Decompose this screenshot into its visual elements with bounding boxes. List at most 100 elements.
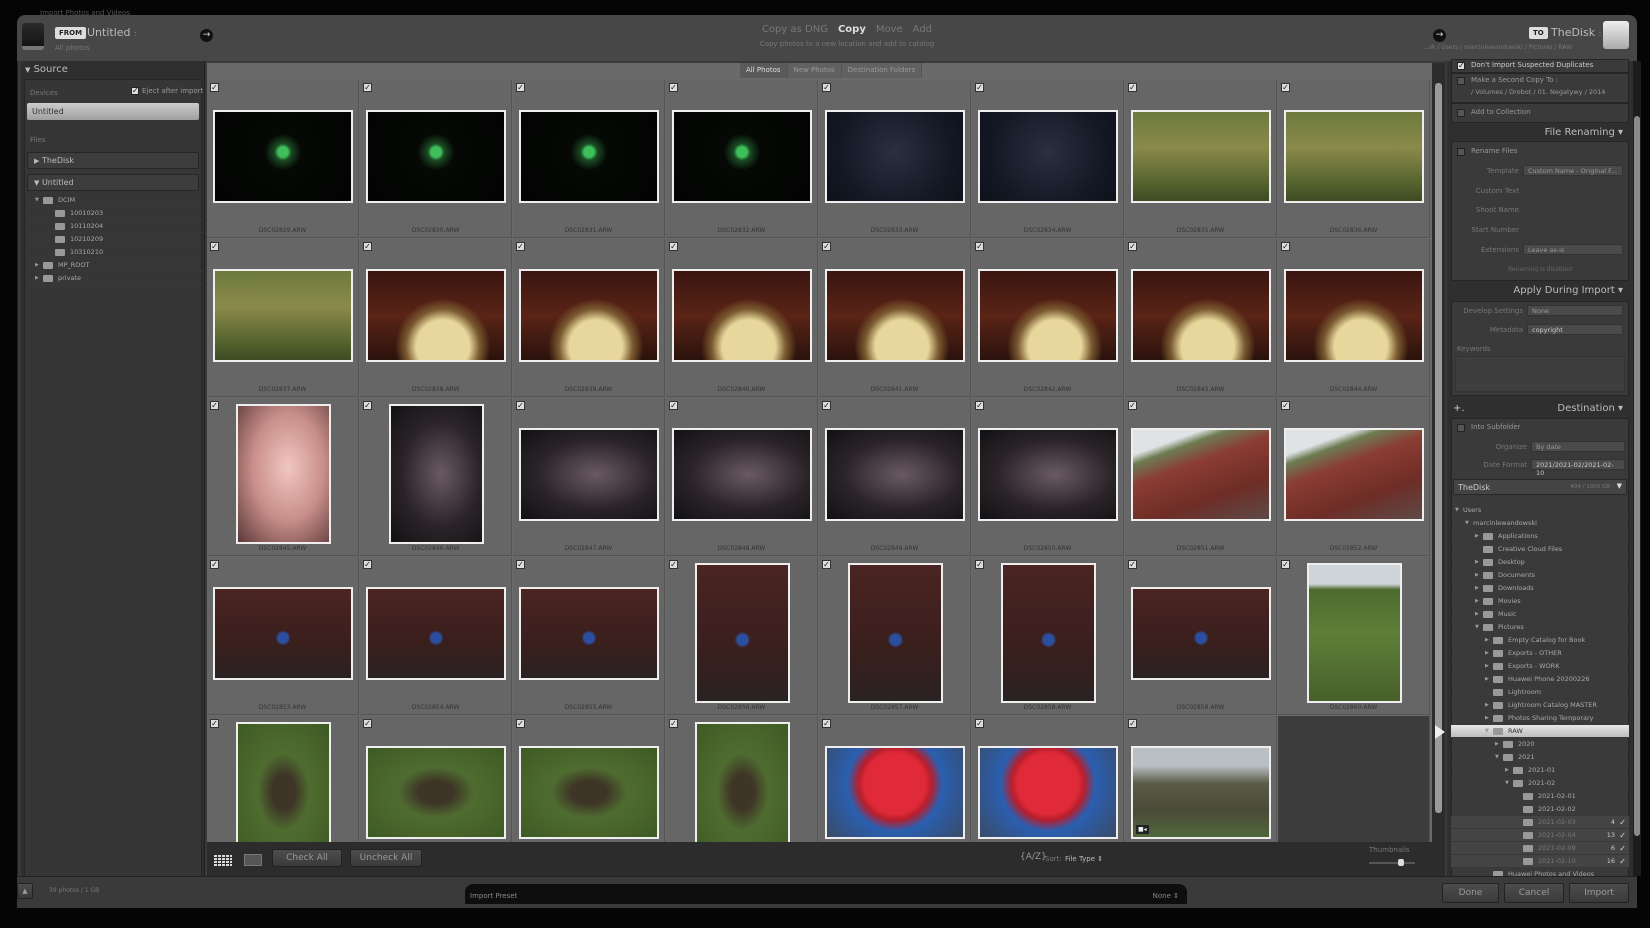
photo-thumbnail[interactable] <box>1284 427 1424 521</box>
mode-copy[interactable]: Copy <box>838 24 866 35</box>
volume-thedisk[interactable]: ▶ TheDisk <box>27 152 199 169</box>
destination-header[interactable]: Destination ▾ <box>1557 403 1623 414</box>
folder-raw[interactable]: ▼ RAW <box>1451 725 1629 738</box>
photo-thumbnail[interactable]: ■◂ <box>1131 745 1271 839</box>
template-select[interactable]: Custom Name - Original F... <box>1523 165 1623 176</box>
photo-checkbox[interactable]: ✓ <box>822 401 831 410</box>
photo-thumbnail[interactable] <box>825 427 965 521</box>
photo-thumbnail[interactable] <box>366 268 506 362</box>
photo-thumbnail[interactable] <box>1284 109 1424 203</box>
photo-thumbnail[interactable] <box>978 427 1118 521</box>
photo-thumbnail[interactable] <box>519 745 659 839</box>
photo-checkbox[interactable]: ✓ <box>363 560 372 569</box>
photo-cell[interactable]: ✓ <box>360 716 512 842</box>
photo-cell[interactable]: ✓ DSC02830.ARW <box>360 80 512 238</box>
expand-closed-icon[interactable]: ▶ <box>1485 676 1493 682</box>
tab-all-photos[interactable]: All Photos <box>740 63 788 78</box>
source-panel-header[interactable]: ▼ Source <box>25 64 68 75</box>
keywords-input[interactable] <box>1455 356 1625 392</box>
expand-closed-icon[interactable]: ▶ <box>1475 533 1483 539</box>
folder-10310210[interactable]: 10310210 <box>25 246 203 259</box>
develop-settings-select[interactable]: None <box>1527 305 1623 316</box>
folder-2021-02-03[interactable]: 2021-02-03 4 ✓ <box>1451 816 1629 829</box>
folder-marcinlewandowski[interactable]: ▼ marcinlewandowski <box>1451 517 1629 530</box>
photo-thumbnail[interactable] <box>825 745 965 839</box>
import-button[interactable]: Import <box>1569 883 1629 903</box>
photo-thumbnail[interactable] <box>235 722 331 842</box>
photo-thumbnail[interactable] <box>978 268 1118 362</box>
destination-scrollbar[interactable] <box>1633 61 1641 876</box>
into-subfolder-checkbox[interactable] <box>1457 424 1465 432</box>
cancel-button[interactable]: Cancel <box>1504 883 1564 903</box>
photo-thumbnail[interactable] <box>519 268 659 362</box>
folder-2021-02-01[interactable]: 2021-02-01 <box>1451 790 1629 803</box>
folder-check-icon[interactable]: ✓ <box>1619 844 1626 853</box>
folder-lightroom[interactable]: Lightroom <box>1451 686 1629 699</box>
photo-thumbnail[interactable] <box>519 586 659 680</box>
photo-checkbox[interactable]: ✓ <box>363 719 372 728</box>
source-arrow-icon[interactable]: → <box>200 29 213 42</box>
photo-thumbnail[interactable] <box>672 268 812 362</box>
photo-checkbox[interactable]: ✓ <box>1281 242 1290 251</box>
photo-checkbox[interactable]: ✓ <box>822 719 831 728</box>
expand-closed-icon[interactable]: ▶ <box>1505 767 1513 773</box>
photo-cell[interactable]: ✓ DSC02855.ARW <box>513 557 665 715</box>
expand-closed-icon[interactable]: ▶ <box>1475 611 1483 617</box>
mode-copy-as-dng[interactable]: Copy as DNG <box>762 24 828 35</box>
sort-select[interactable]: File Type ⇕ <box>1065 855 1103 863</box>
folder-photos-sharing-temporary[interactable]: ▶ Photos Sharing Temporary <box>1451 712 1629 725</box>
photo-thumbnail[interactable] <box>672 109 812 203</box>
grid-scroll-thumb[interactable] <box>1435 83 1442 813</box>
mode-add[interactable]: Add <box>913 24 932 35</box>
expand-closed-icon[interactable]: ▶ <box>1485 702 1493 708</box>
dont-import-duplicates-checkbox[interactable]: ✓ <box>1457 62 1465 70</box>
expand-closed-icon[interactable]: ▶ <box>35 262 43 268</box>
folder-check-icon[interactable]: ✓ <box>1619 818 1626 827</box>
photo-checkbox[interactable]: ✓ <box>516 560 525 569</box>
photo-checkbox[interactable]: ✓ <box>1128 560 1137 569</box>
photo-checkbox[interactable]: ✓ <box>669 719 678 728</box>
photo-cell[interactable]: ✓ DSC02857.ARW <box>819 557 971 715</box>
photo-cell[interactable]: ✓ DSC02833.ARW <box>819 80 971 238</box>
photo-cell[interactable]: ✓ DSC02832.ARW <box>666 80 818 238</box>
photo-cell[interactable]: ✓ DSC02844.ARW <box>1278 239 1430 397</box>
expand-closed-icon[interactable]: ▶ <box>35 275 43 281</box>
photo-thumbnail[interactable] <box>1284 268 1424 362</box>
photo-checkbox[interactable]: ✓ <box>669 83 678 92</box>
photo-cell[interactable]: ✓ <box>513 716 665 842</box>
second-copy-path[interactable]: / Volumes / Drobot / 01. Negatywy / 2014 <box>1471 88 1605 96</box>
expand-open-icon[interactable]: ▼ <box>1455 507 1463 513</box>
photo-checkbox[interactable]: ✓ <box>210 83 219 92</box>
photo-cell[interactable]: ✓ DSC02858.ARW <box>972 557 1124 715</box>
folder-2021[interactable]: ▼ 2021 <box>1451 751 1629 764</box>
eject-after-import[interactable]: ✓ Eject after import <box>131 87 203 95</box>
photo-checkbox[interactable]: ✓ <box>822 560 831 569</box>
thumbnail-size-slider[interactable] <box>1369 859 1415 866</box>
photo-cell[interactable]: ✓ DSC02847.ARW <box>513 398 665 556</box>
photo-cell[interactable]: ✓ DSC02842.ARW <box>972 239 1124 397</box>
volume-untitled[interactable]: ▼ Untitled <box>27 174 199 191</box>
photo-thumbnail[interactable] <box>388 404 484 544</box>
photo-cell[interactable]: ✓ DSC02846.ARW <box>360 398 512 556</box>
expand-open-icon[interactable]: ▼ <box>1505 780 1513 786</box>
destination-name[interactable]: TheDisk : <box>1551 26 1601 39</box>
expand-closed-icon[interactable]: ▶ <box>1475 585 1483 591</box>
folder-2021-02-04[interactable]: 2021-02-04 13 ✓ <box>1451 829 1629 842</box>
photo-thumbnail[interactable] <box>1131 427 1271 521</box>
photo-cell[interactable]: ✓ DSC02856.ARW <box>666 557 818 715</box>
photo-cell[interactable]: ✓ DSC02838.ARW <box>360 239 512 397</box>
photo-thumbnail[interactable] <box>825 268 965 362</box>
folder-empty-catalog-for-book[interactable]: ▶ Empty Catalog for Book <box>1451 634 1629 647</box>
folder-exports-other[interactable]: ▶ Exports - OTHER <box>1451 647 1629 660</box>
folder-exports-work[interactable]: ▶ Exports - WORK <box>1451 660 1629 673</box>
photo-thumbnail[interactable] <box>213 586 353 680</box>
metadata-select[interactable]: copyright <box>1527 324 1623 335</box>
expand-closed-icon[interactable]: ▶ <box>1485 715 1493 721</box>
folder-private[interactable]: ▶ private <box>25 272 203 285</box>
photo-thumbnail[interactable] <box>519 427 659 521</box>
photo-thumbnail[interactable] <box>1000 563 1096 703</box>
photo-thumbnail[interactable] <box>1306 563 1402 703</box>
photo-cell[interactable]: ✓ DSC02860.ARW <box>1278 557 1430 715</box>
photo-checkbox[interactable]: ✓ <box>363 401 372 410</box>
photo-cell[interactable]: ✓ DSC02843.ARW <box>1125 239 1277 397</box>
